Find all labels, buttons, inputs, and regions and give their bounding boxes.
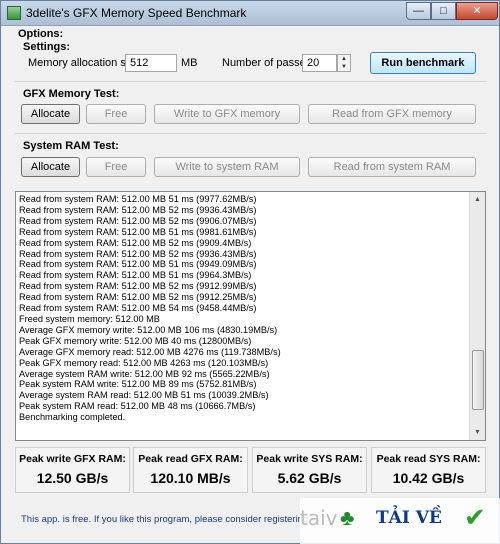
mem-unit-label: MB [181,57,198,69]
scroll-down-icon[interactable]: ▼ [470,425,485,440]
stat-peak-write-sys: Peak write SYS RAM: 5.62 GB/s [252,447,367,493]
stat-value: 5.62 GB/s [277,470,342,486]
spin-up-icon[interactable]: ▲ [338,55,350,63]
log-line: Read from system RAM: 512.00 MB 52 ms (9… [19,204,257,215]
checkmark-icon: ✔ [464,502,486,532]
log-line: Read from system RAM: 512.00 MB 52 ms (9… [19,215,257,226]
log-line: Average system RAM read: 512.00 MB 51 ms… [19,390,269,401]
stat-label: Peak read SYS RAM: [376,453,481,465]
stat-label: Peak write GFX RAM: [19,453,126,465]
sys-read-button[interactable]: Read from system RAM [308,157,476,177]
minimize-button[interactable]: — [406,2,431,20]
gfx-allocate-button[interactable]: Allocate [21,104,80,124]
log-scrollbar[interactable]: ▲ ▼ [469,192,485,440]
stat-value: 120.10 MB/s [150,470,231,486]
scroll-thumb[interactable] [472,350,484,410]
gfx-test-heading: GFX Memory Test: [23,88,120,100]
maximize-button[interactable]: □ [431,2,456,20]
stat-peak-write-gfx: Peak write GFX RAM: 12.50 GB/s [15,447,130,493]
log-line: Read from system RAM: 512.00 MB 54 ms (9… [19,303,257,314]
stat-value: 10.42 GB/s [392,470,465,486]
watermark: taiv ♣ TẢI VỀ ✔ [300,498,500,544]
log-line: Read from system RAM: 512.00 MB 52 ms (9… [19,237,252,248]
gfx-write-button[interactable]: Write to GFX memory [154,104,300,124]
log-line: Peak GFX memory read: 512.00 MB 4263 ms … [19,357,269,368]
log-line: Read from system RAM: 512.00 MB 51 ms (9… [19,259,257,270]
minimize-icon: — [413,5,424,17]
log-line: Average system RAM write: 512.00 MB 92 m… [19,368,270,379]
stat-label: Peak write SYS RAM: [256,453,363,465]
gfx-read-button[interactable]: Read from GFX memory [308,104,476,124]
log-output[interactable]: Read from system RAM: 512.00 MB 51 ms (9… [15,191,486,441]
divider [15,81,487,82]
log-line: Read from system RAM: 512.00 MB 51 ms (9… [19,270,252,281]
log-line: Read from system RAM: 512.00 MB 52 ms (9… [19,292,257,303]
app-window: 3delite's GFX Memory Speed Benchmark — □… [0,0,500,544]
divider [15,133,487,134]
passes-input[interactable] [302,54,337,72]
gfx-free-button[interactable]: Free [86,104,146,124]
passes-label: Number of passes: [222,57,315,69]
stat-peak-read-sys: Peak read SYS RAM: 10.42 GB/s [371,447,486,493]
log-line: Average GFX memory write: 512.00 MB 106 … [19,324,278,335]
sys-free-button[interactable]: Free [86,157,146,177]
passes-spinner[interactable]: ▲ ▼ [337,54,351,72]
app-icon [7,6,21,20]
settings-heading: Settings: [23,41,71,53]
title-bar[interactable]: 3delite's GFX Memory Speed Benchmark — □… [1,1,499,26]
clover-icon: ♣ [340,505,355,530]
window-title: 3delite's GFX Memory Speed Benchmark [26,6,247,20]
log-line: Freed system memory: 512.00 MB [19,313,160,324]
log-line: Read from system RAM: 512.00 MB 52 ms (9… [19,281,257,292]
sys-write-button[interactable]: Write to system RAM [154,157,300,177]
mem-alloc-input[interactable] [125,54,177,72]
sys-allocate-button[interactable]: Allocate [21,157,80,177]
log-line: Average GFX memory read: 512.00 MB 4276 … [19,346,281,357]
watermark-brand: TẢI VỀ [376,508,442,528]
stat-label: Peak read GFX RAM: [138,453,243,465]
log-lines: Read from system RAM: 512.00 MB 51 ms (9… [19,194,281,423]
log-line: Read from system RAM: 512.00 MB 52 ms (9… [19,248,257,259]
log-line: Peak system RAM read: 512.00 MB 48 ms (1… [19,401,256,412]
scroll-up-icon[interactable]: ▲ [470,192,485,207]
log-line: Benchmarking completed. [19,412,126,423]
maximize-icon: □ [440,5,447,17]
stat-peak-read-gfx: Peak read GFX RAM: 120.10 MB/s [133,447,248,493]
log-line: Peak GFX memory write: 512.00 MB 40 ms (… [19,335,252,346]
sys-test-heading: System RAM Test: [23,140,119,152]
run-benchmark-button[interactable]: Run benchmark [370,52,476,74]
log-line: Peak system RAM write: 512.00 MB 89 ms (… [19,379,257,390]
close-button[interactable]: ✕ [456,2,498,20]
log-line: Read from system RAM: 512.00 MB 51 ms (9… [19,194,257,204]
watermark-prefix: taiv [300,506,338,530]
log-line: Read from system RAM: 512.00 MB 51 ms (9… [19,226,257,237]
close-icon: ✕ [472,5,482,17]
footer-register-text[interactable]: This app. is free. If you like this prog… [21,514,308,525]
spin-down-icon[interactable]: ▼ [338,63,350,71]
options-heading: Options: [18,28,64,40]
stat-value: 12.50 GB/s [36,470,109,486]
